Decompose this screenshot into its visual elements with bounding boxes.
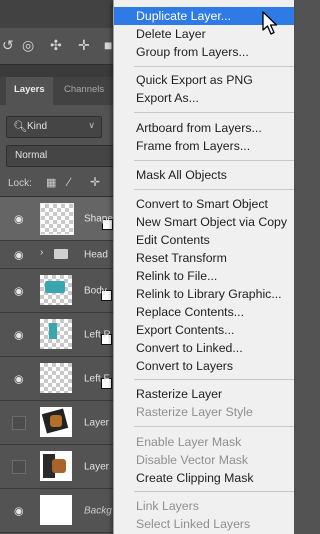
layer-row[interactable]: ◉ › Head	[0, 241, 120, 269]
visibility-eye-icon[interactable]: ◉	[14, 328, 24, 341]
menu-item-new-smart-object-via-copy[interactable]: New Smart Object via Copy	[114, 213, 294, 231]
mouse-pointer-icon	[262, 11, 278, 35]
visibility-toggle-off[interactable]	[12, 415, 26, 430]
menu-separator	[134, 160, 294, 161]
lock-transparent-icon[interactable]: ▦	[46, 176, 56, 189]
menu-separator	[134, 112, 294, 113]
menu-item-convert-to-linked[interactable]: Convert to Linked...	[114, 339, 294, 357]
layer-name[interactable]: Body	[84, 285, 107, 296]
layer-context-menu: Duplicate Layer... Delete Layer Group fr…	[113, 0, 294, 534]
visibility-eye-icon[interactable]: ◉	[14, 248, 24, 261]
pan-3d-icon[interactable]: ✣	[50, 36, 62, 54]
menu-item-frame-from-layers[interactable]: Frame from Layers...	[114, 137, 294, 155]
menu-item-rasterize-layer[interactable]: Rasterize Layer	[114, 385, 294, 403]
folder-icon	[54, 249, 68, 259]
menu-separator	[134, 189, 294, 190]
layer-name[interactable]: Head	[84, 249, 108, 260]
menu-item-enable-layer-mask: Enable Layer Mask	[136, 435, 242, 449]
layer-thumbnail	[40, 407, 72, 437]
filter-kind-select[interactable]: 🔍︎ Kind ∨	[6, 116, 102, 138]
layer-thumbnail	[40, 451, 72, 481]
tab-layers[interactable]: Layers	[6, 77, 53, 107]
orbit-3d-icon[interactable]: ↺	[2, 36, 14, 54]
menu-item-rasterize-layer-style: Rasterize Layer Style	[136, 405, 253, 419]
menu-item-reset-transform[interactable]: Reset Transform	[114, 249, 294, 267]
menu-item-create-clipping-mask[interactable]: Create Clipping Mask	[114, 469, 294, 487]
lock-position-icon[interactable]: ✛	[90, 175, 100, 189]
top-bar	[0, 0, 120, 28]
layer-thumbnail	[40, 363, 112, 393]
layer-name[interactable]: Left F	[84, 373, 110, 384]
menu-separator	[134, 426, 294, 427]
menu-item-group-from-layers[interactable]: Group from Layers...	[114, 43, 294, 61]
tab-channels[interactable]: Channels	[64, 77, 104, 105]
visibility-eye-icon[interactable]: ◉	[14, 284, 24, 297]
layer-thumbnail	[40, 495, 72, 525]
layer-row[interactable]: Layer	[0, 445, 120, 489]
lock-paint-icon[interactable]: ∕	[68, 175, 70, 189]
search-icon: 🔍︎	[13, 121, 27, 133]
menu-item-artboard-from-layers[interactable]: Artboard from Layers...	[114, 119, 294, 137]
lock-label: Lock:	[8, 178, 32, 189]
chevron-down-icon: ∨	[88, 120, 95, 130]
menu-separator	[134, 491, 294, 492]
menu-item-export-as[interactable]: Export As...	[114, 89, 294, 107]
layer-row[interactable]: ◉ Left F	[0, 357, 120, 401]
scale-3d-icon[interactable]: ■	[104, 36, 112, 54]
options-toolbar: ↺ ◎ ✣ ✛ ■	[0, 28, 120, 65]
menu-item-replace-contents[interactable]: Replace Contents...	[114, 303, 294, 321]
menu-separator	[134, 379, 294, 380]
panel-tabs: Layers Channels	[0, 77, 120, 107]
menu-item-edit-contents[interactable]: Edit Contents	[114, 231, 294, 249]
layer-name[interactable]: Shape	[84, 213, 113, 224]
menu-item-link-layers: Link Layers	[136, 499, 199, 513]
menu-item-export-contents[interactable]: Export Contents...	[114, 321, 294, 339]
filter-kind-label: Kind	[27, 121, 48, 132]
visibility-eye-icon[interactable]: ◉	[14, 372, 24, 385]
chevron-right-icon[interactable]: ›	[40, 247, 43, 258]
layer-row[interactable]: ◉ Left R	[0, 313, 120, 357]
layer-row[interactable]: ◉ Body	[0, 269, 120, 313]
menu-item-relink-to-library-graphic[interactable]: Relink to Library Graphic...	[114, 285, 294, 303]
layer-row[interactable]: ◉ Backg	[0, 489, 120, 533]
layer-thumbnail	[40, 275, 112, 305]
blend-mode-label: Normal	[15, 150, 48, 161]
visibility-eye-icon[interactable]: ◉	[14, 504, 24, 517]
layer-name[interactable]: Layer	[84, 461, 109, 472]
menu-item-select-linked-layers: Select Linked Layers	[136, 517, 251, 531]
menu-item-convert-to-smart-object[interactable]: Convert to Smart Object	[114, 195, 294, 213]
layer-name[interactable]: Left R	[84, 329, 111, 340]
panel-gap	[0, 65, 120, 77]
slide-3d-icon[interactable]: ✛	[78, 36, 90, 54]
layer-thumbnail	[40, 319, 112, 349]
menu-item-disable-vector-mask: Disable Vector Mask	[136, 453, 249, 467]
layer-name[interactable]: Backg	[84, 505, 112, 516]
layer-row[interactable]: ◉ Shape	[0, 197, 120, 241]
roll-3d-icon[interactable]: ◎	[22, 36, 34, 54]
blend-mode-select[interactable]: Normal	[6, 145, 121, 167]
menu-item-mask-all-objects[interactable]: Mask All Objects	[114, 166, 294, 184]
menu-item-convert-to-layers[interactable]: Convert to Layers	[114, 357, 294, 375]
layer-thumbnail	[40, 203, 113, 235]
visibility-eye-icon[interactable]: ◉	[14, 212, 24, 225]
menu-item-quick-export-png[interactable]: Quick Export as PNG	[114, 71, 294, 89]
menu-separator	[134, 66, 294, 67]
menu-item-relink-to-file[interactable]: Relink to File...	[114, 267, 294, 285]
visibility-toggle-off[interactable]	[12, 459, 26, 474]
lock-row: Lock: ▦ ∕ ✛	[0, 172, 120, 197]
layer-name[interactable]: Layer	[84, 417, 109, 428]
layer-row[interactable]: Layer	[0, 401, 120, 445]
layers-panel-area: ↺ ◎ ✣ ✛ ■ Layers Channels 🔍︎ Kind ∨ Norm…	[0, 0, 121, 534]
